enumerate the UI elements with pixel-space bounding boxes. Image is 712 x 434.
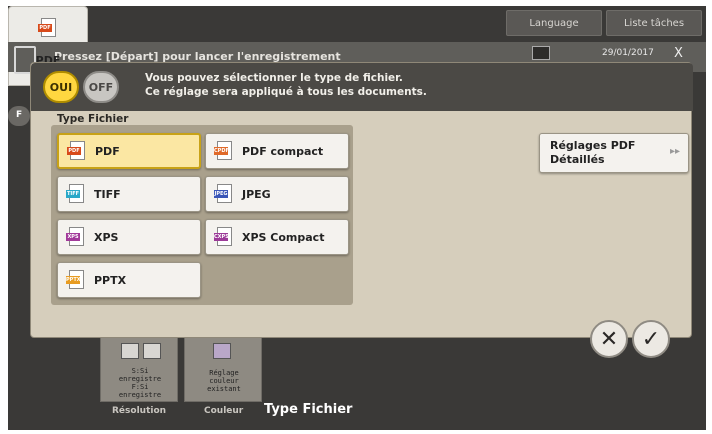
oui-toggle-button[interactable]: OUI xyxy=(43,71,79,103)
option-label: XPS xyxy=(94,230,119,244)
color-line: existant xyxy=(207,385,241,393)
control-panel-screen: Language Liste tâches Pressez [Départ] p… xyxy=(8,6,706,430)
file-type-caption: Type Fichier xyxy=(264,402,353,417)
option-label: JPEG xyxy=(242,187,271,201)
option-tiff[interactable]: TIFF TIFF xyxy=(57,176,201,212)
date-display: 29/01/2017 xyxy=(602,48,654,58)
job-list-button[interactable]: Liste tâches xyxy=(606,10,702,36)
option-label: PDF compact xyxy=(242,144,324,158)
option-label: XPS Compact xyxy=(242,230,325,244)
option-xps[interactable]: XPS XPS xyxy=(57,219,201,255)
language-button[interactable]: Language xyxy=(506,10,602,36)
resolution-line: enregistre xyxy=(118,375,162,383)
color-line: Réglage xyxy=(209,369,239,377)
dialog-instruction-line-2: Ce réglage sera appliqué à tous les docu… xyxy=(145,86,427,98)
option-xps-compact[interactable]: CXPS XPS Compact xyxy=(205,219,349,255)
option-pptx[interactable]: PPTX PPTX xyxy=(57,262,201,298)
detailed-pdf-settings-button[interactable]: Réglages PDF Détaillés ▸▸ xyxy=(539,133,689,173)
option-label: TIFF xyxy=(94,187,121,201)
double-chevron-right-icon: ▸▸ xyxy=(670,146,681,157)
option-label: PPTX xyxy=(94,273,127,287)
option-pdf-compact[interactable]: CPDF PDF compact xyxy=(205,133,349,169)
function-tab-color[interactable]: Réglage couleur existant xyxy=(184,334,262,402)
pptx-file-icon: PPTX xyxy=(66,270,86,290)
detail-button-line-1: Réglages PDF xyxy=(550,139,636,152)
detail-button-line-2: Détaillés xyxy=(550,153,605,166)
dialog-instruction-line-1: Vous pouvez sélectionner le type de fich… xyxy=(145,72,403,84)
background-side-tab-label: F xyxy=(16,110,23,120)
background-close-icon[interactable]: X xyxy=(674,46,683,61)
off-toggle-button[interactable]: OFF xyxy=(83,71,119,103)
scan-stack-icon xyxy=(121,343,139,359)
color-line: couleur xyxy=(209,377,239,385)
file-type-dialog: OUI OFF Vous pouvez sélectionner le type… xyxy=(30,62,693,338)
resolution-caption: Résolution xyxy=(112,406,167,416)
option-jpeg[interactable]: JPEG JPEG xyxy=(205,176,349,212)
memory-counter-icon xyxy=(532,46,550,60)
compact-pdf-file-icon: CPDF xyxy=(214,141,234,161)
resolution-line: F:Si xyxy=(131,383,149,391)
cancel-button[interactable]: ✕ xyxy=(590,320,628,358)
color-mode-icon xyxy=(213,343,231,359)
pdf-file-icon: PDF xyxy=(67,141,87,161)
resolution-line: enregistre xyxy=(118,391,162,399)
option-pdf[interactable]: PDF PDF xyxy=(57,133,201,169)
option-label: PDF xyxy=(95,144,120,158)
scan-stack-icon xyxy=(143,343,161,359)
jpeg-file-icon: JPEG xyxy=(214,184,234,204)
section-label: Type Fichier xyxy=(57,113,129,125)
compact-xps-file-icon: CXPS xyxy=(214,227,234,247)
file-type-options-panel: PDF PDF CPDF PDF compact TIFF TIFF JPEG … xyxy=(51,125,353,305)
ok-button[interactable]: ✓ xyxy=(632,320,670,358)
tiff-file-icon: TIFF xyxy=(66,184,86,204)
resolution-line: S:Si xyxy=(131,367,149,375)
color-caption: Couleur xyxy=(204,406,244,416)
xps-file-icon: XPS xyxy=(66,227,86,247)
pdf-file-icon: PDF xyxy=(38,18,58,40)
function-tab-resolution[interactable]: S:Si enregistre F:Si enregistre xyxy=(100,334,178,402)
